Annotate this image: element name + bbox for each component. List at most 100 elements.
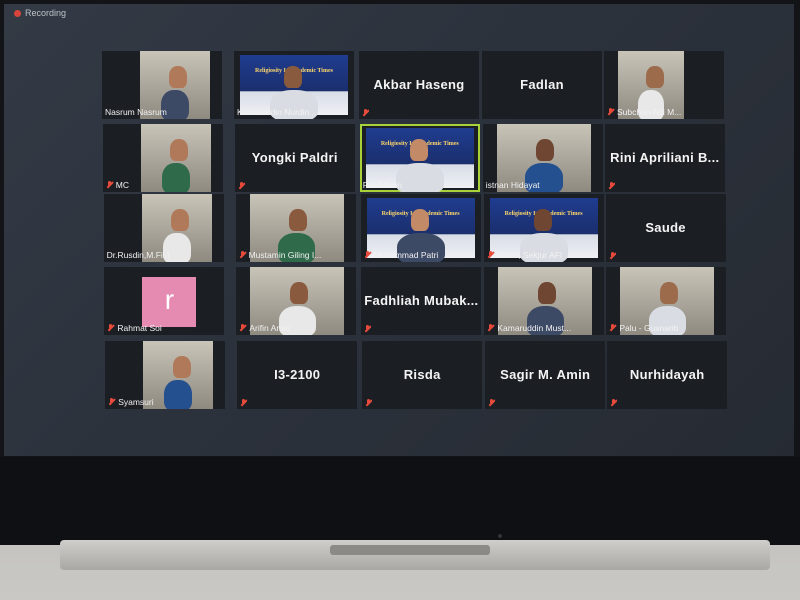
- participant-name-center: Yongki Paldri: [251, 149, 338, 165]
- participant-label: Palu - Gusnarib: [609, 323, 678, 333]
- participant-tile[interactable]: Rini Apriliani B...: [604, 124, 725, 192]
- participant-name: MC: [115, 180, 130, 190]
- participant-label: Rauf Amin: [363, 180, 402, 190]
- participant-label: [488, 399, 495, 407]
- participant-tile[interactable]: Mustamin Giling I...: [235, 194, 356, 262]
- participant-tile[interactable]: Akbar Haseng: [359, 51, 479, 119]
- participant-label: Subchan Adi M...: [607, 107, 681, 117]
- participant-name: Mustamin Giling I...: [248, 250, 322, 260]
- participant-tile[interactable]: Yongki Paldri: [234, 124, 355, 192]
- participant-name: Dr.Rusdin,M.Fil.I: [106, 250, 170, 260]
- participant-label: [610, 399, 617, 407]
- participant-tile[interactable]: Risda: [362, 341, 483, 409]
- person-head: [170, 208, 189, 231]
- participant-tile[interactable]: Religiosity In Pandemic TimesKamaluddin …: [234, 51, 354, 119]
- mic-muted-icon: [364, 325, 371, 333]
- participant-label: [364, 325, 371, 333]
- participant-tile[interactable]: Dr.Rusdin,M.Fil.I: [103, 194, 224, 262]
- participant-label: Rahmat Soi: [107, 323, 162, 333]
- participant-name: Muhammad Patri: [373, 250, 439, 260]
- participant-name: Syamsuri: [118, 397, 154, 407]
- participant-tile[interactable]: r Rahmat Soi: [104, 267, 225, 335]
- participant-tile[interactable]: Fadhliah Mubak...: [361, 267, 482, 335]
- participant-tile[interactable]: Religiosity In Pandemic TimesRauf Amin: [359, 124, 480, 192]
- participant-tile[interactable]: I3-2100: [237, 341, 358, 409]
- participant-tile[interactable]: Palu - Gusnarib: [606, 267, 727, 335]
- mic-muted-icon: [365, 399, 372, 407]
- participant-tile[interactable]: Nurhidayah: [607, 341, 728, 409]
- participant-name: Subchan Adi M...: [617, 107, 682, 117]
- camera-icon: [498, 534, 502, 538]
- mic-muted-icon: [488, 399, 495, 407]
- participant-video: [143, 341, 214, 409]
- person-head: [410, 138, 429, 161]
- participant-name: Arifin Amin: [249, 323, 291, 333]
- laptop-hinge: [330, 545, 490, 555]
- recording-label: Recording: [25, 8, 67, 18]
- person-head: [284, 65, 303, 88]
- participant-label: MC: [106, 180, 129, 190]
- person-head: [289, 281, 308, 304]
- person-head: [645, 65, 664, 88]
- mic-muted-icon: [608, 182, 615, 190]
- mic-muted-icon: [364, 251, 371, 259]
- participant-name: Palu - Gusnarib: [619, 323, 679, 333]
- participant-label: istnan Hidayat: [486, 180, 540, 190]
- person-head: [410, 208, 429, 231]
- mic-muted-icon: [609, 324, 616, 332]
- participant-label: Mustamin Giling I...: [239, 250, 322, 260]
- participant-tile[interactable]: Subchan Adi M...: [604, 51, 724, 119]
- participant-label: Dr.Rusdin,M.Fil.I: [107, 250, 170, 260]
- laptop-bottom-bezel: [0, 457, 800, 545]
- person-head: [537, 281, 556, 304]
- participant-name: Rauf Amin: [362, 180, 403, 190]
- person-head: [289, 208, 308, 231]
- participant-name-center: I3-2100: [274, 366, 321, 382]
- mic-muted-icon: [238, 182, 245, 190]
- participant-name: Kamaluddin Nurdin ...: [237, 107, 319, 117]
- mic-muted-icon: [108, 398, 115, 406]
- participant-name: istnan Hidayat: [485, 180, 540, 190]
- participant-name-center: Sagir M. Amin: [500, 366, 591, 382]
- participant-tile[interactable]: Syamsuri: [105, 341, 226, 409]
- participant-name: Kamaruddin Must...: [497, 323, 572, 333]
- participant-name-center: Risda: [403, 366, 441, 382]
- zoom-meeting-screen: Recording Nasrum Nasrum Religiosity In Pa…: [4, 4, 794, 456]
- person-head: [536, 138, 555, 161]
- participant-name-center: Saude: [645, 219, 686, 235]
- participant-label: [240, 399, 247, 407]
- participant-tile[interactable]: Kamaruddin Must...: [484, 267, 605, 335]
- person-head: [169, 65, 188, 88]
- mic-muted-icon: [107, 324, 114, 332]
- participant-label: Darlis, Sekjur AFI: [487, 250, 562, 260]
- person-head: [659, 281, 678, 304]
- participant-tile[interactable]: Religiosity In Pandemic TimesMuhammad Pa…: [360, 194, 481, 262]
- participant-tile[interactable]: Nasrum Nasrum: [102, 51, 222, 119]
- participant-label: Syamsuri: [108, 397, 154, 407]
- participant-name-center: Fadhliah Mubak...: [364, 292, 479, 308]
- mic-muted-icon: [610, 399, 617, 407]
- participant-label: [362, 109, 369, 117]
- participant-label: Kamaluddin Nurdin ...: [237, 107, 319, 117]
- participant-label: [238, 182, 245, 190]
- mic-muted-icon: [362, 109, 369, 117]
- person-head: [172, 355, 191, 378]
- participant-tile[interactable]: Saude: [605, 194, 726, 262]
- mic-muted-icon: [239, 251, 246, 259]
- participant-video: [140, 124, 211, 192]
- person-head: [533, 208, 552, 231]
- participant-name-center: Akbar Haseng: [373, 76, 465, 92]
- participant-name: Nasrum Nasrum: [105, 107, 167, 117]
- participant-tile[interactable]: Religiosity In Pandemic TimesDarlis, Sek…: [483, 194, 604, 262]
- mic-muted-icon: [487, 324, 494, 332]
- participant-tile[interactable]: MC: [102, 124, 223, 192]
- person-body: [161, 163, 190, 192]
- mic-muted-icon: [240, 399, 247, 407]
- participant-tile[interactable]: Sagir M. Amin: [485, 341, 606, 409]
- participant-tile[interactable]: istnan Hidayat: [482, 124, 603, 192]
- participant-label: [609, 252, 616, 260]
- recording-indicator: Recording: [14, 8, 66, 18]
- participant-tile[interactable]: Arifin Amin: [236, 267, 357, 335]
- participant-tile[interactable]: Fadlan: [482, 51, 602, 119]
- mic-muted-icon: [607, 108, 614, 116]
